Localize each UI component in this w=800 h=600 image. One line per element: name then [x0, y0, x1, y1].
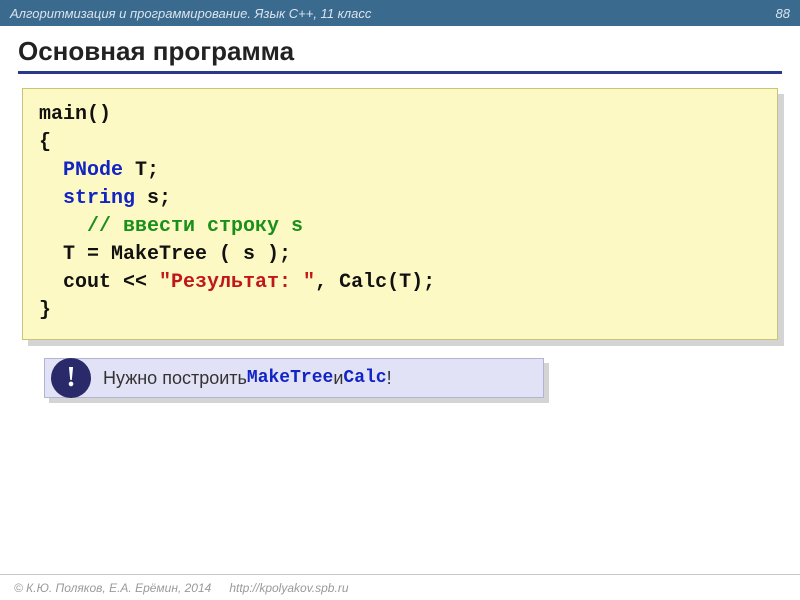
code-line-5-indent — [39, 215, 87, 238]
note-fn-calc: Calc — [343, 368, 386, 388]
header-bar: Алгоритмизация и программирование. Язык … — [0, 0, 800, 26]
code-block: main() { PNode T; string s; // ввести ст… — [22, 88, 778, 340]
code-content: main() { PNode T; string s; // ввести ст… — [22, 88, 778, 340]
code-line-4-indent — [39, 187, 63, 210]
note-fn-maketree: MakeTree — [247, 368, 333, 388]
code-line-6: T = MakeTree ( s ); — [39, 243, 291, 266]
note-content: ! Нужно построить MakeTree и Calc ! — [44, 358, 544, 398]
code-line-8: } — [39, 299, 51, 322]
note-text-post: ! — [387, 368, 392, 389]
code-line-1: main() — [39, 103, 111, 126]
page-title: Основная программа — [0, 26, 800, 71]
code-line-3-indent — [39, 159, 63, 182]
keyword-pnode: PNode — [63, 159, 123, 182]
keyword-string: string — [63, 187, 135, 210]
comment: // ввести строку s — [87, 215, 303, 238]
footer: © К.Ю. Поляков, Е.А. Ерёмин, 2014 http:/… — [0, 574, 800, 600]
page-number: 88 — [776, 6, 790, 21]
title-underline — [18, 71, 782, 74]
course-label: Алгоритмизация и программирование. Язык … — [10, 6, 371, 21]
note-text-pre: Нужно построить — [103, 368, 247, 389]
exclamation-icon: ! — [51, 358, 91, 398]
copyright: © К.Ю. Поляков, Е.А. Ерёмин, 2014 — [14, 581, 211, 595]
code-line-7-b: , Calc(T); — [315, 271, 435, 294]
code-line-7-a: cout << — [39, 271, 159, 294]
code-line-3-rest: T; — [123, 159, 159, 182]
footer-url: http://kpolyakov.spb.ru — [229, 581, 348, 595]
note-block: ! Нужно построить MakeTree и Calc ! — [44, 358, 544, 398]
code-line-4-rest: s; — [135, 187, 171, 210]
note-text-mid: и — [333, 368, 343, 389]
code-line-2: { — [39, 131, 51, 154]
string-literal: "Результат: " — [159, 271, 315, 294]
